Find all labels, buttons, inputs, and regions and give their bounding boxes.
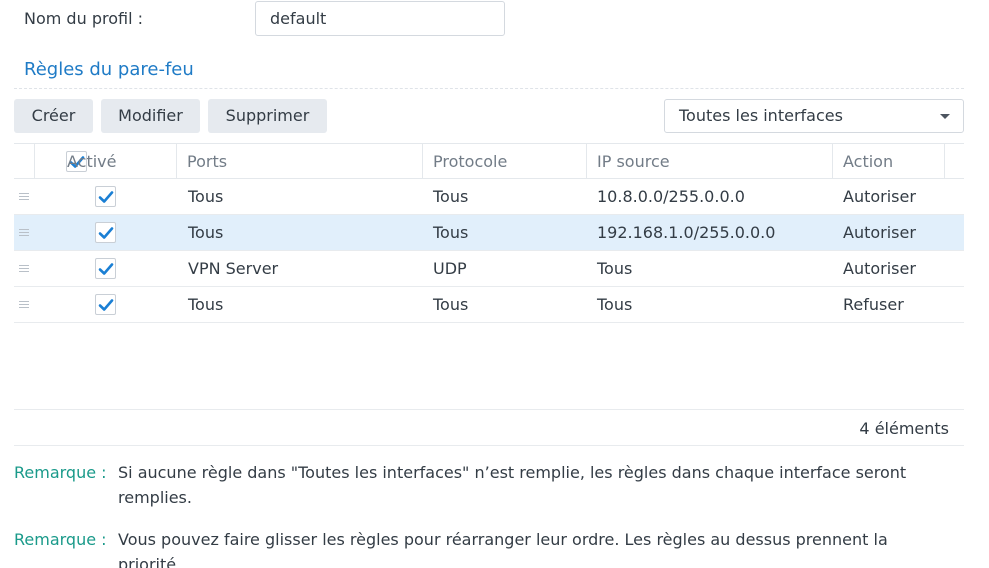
cell-action: Autoriser bbox=[843, 259, 916, 278]
create-button[interactable]: Créer bbox=[14, 99, 93, 133]
check-icon bbox=[98, 191, 114, 203]
cell-ip-source: 10.8.0.0/255.0.0.0 bbox=[597, 187, 745, 206]
cell-ip-source: 192.168.1.0/255.0.0.0 bbox=[597, 223, 776, 242]
table-row[interactable]: Tous Tous 192.168.1.0/255.0.0.0 Autorise… bbox=[14, 215, 964, 251]
column-header-action[interactable]: Action bbox=[832, 144, 944, 179]
check-icon bbox=[98, 299, 114, 311]
interface-select-value: Toutes les interfaces bbox=[679, 106, 843, 125]
grid-header: Activé Ports Protocole IP source Action bbox=[14, 143, 964, 179]
note-text: Vous pouvez faire glisser les règles pou… bbox=[118, 530, 888, 568]
cell-action: Autoriser bbox=[843, 223, 916, 242]
chevron-down-icon[interactable] bbox=[940, 114, 950, 119]
grid-footer-divider bbox=[14, 445, 964, 446]
rule-enabled-checkbox[interactable] bbox=[95, 222, 116, 243]
column-header-spacer bbox=[944, 144, 964, 179]
cell-ports: Tous bbox=[188, 295, 224, 314]
profile-name-label: Nom du profil : bbox=[24, 9, 143, 28]
cell-protocol: Tous bbox=[433, 223, 469, 242]
section-title: Règles du pare-feu bbox=[24, 59, 194, 80]
rules-grid: Activé Ports Protocole IP source Action … bbox=[14, 143, 964, 323]
grid-footer-divider bbox=[14, 409, 964, 410]
column-header-protocol[interactable]: Protocole bbox=[422, 144, 586, 179]
cell-action: Refuser bbox=[843, 295, 904, 314]
table-row[interactable]: Tous Tous Tous Refuser bbox=[14, 287, 964, 323]
note-label: Remarque : bbox=[14, 530, 107, 549]
cell-protocol: Tous bbox=[433, 295, 469, 314]
item-count: 4 éléments bbox=[859, 419, 949, 438]
check-icon bbox=[98, 263, 114, 275]
interface-select[interactable]: Toutes les interfaces bbox=[664, 99, 964, 133]
modify-button[interactable]: Modifier bbox=[101, 99, 200, 133]
table-row[interactable]: VPN Server UDP Tous Autoriser bbox=[14, 251, 964, 287]
cell-action: Autoriser bbox=[843, 187, 916, 206]
table-row[interactable]: Tous Tous 10.8.0.0/255.0.0.0 Autoriser bbox=[14, 179, 964, 215]
note-text: Si aucune règle dans "Toutes les interfa… bbox=[118, 463, 907, 507]
cell-ports: Tous bbox=[188, 223, 224, 242]
section-divider bbox=[14, 88, 964, 89]
cell-ports: Tous bbox=[188, 187, 224, 206]
cell-ports: VPN Server bbox=[188, 259, 279, 278]
drag-handle-icon[interactable] bbox=[19, 229, 29, 237]
drag-handle-icon[interactable] bbox=[19, 193, 29, 201]
drag-handle-icon[interactable] bbox=[19, 265, 29, 273]
column-header-active[interactable]: Activé bbox=[34, 144, 176, 179]
check-icon bbox=[98, 227, 114, 239]
note-label: Remarque : bbox=[14, 463, 107, 482]
rule-enabled-checkbox[interactable] bbox=[95, 294, 116, 315]
cell-protocol: Tous bbox=[433, 187, 469, 206]
drag-handle-icon[interactable] bbox=[19, 301, 29, 309]
delete-button[interactable]: Supprimer bbox=[208, 99, 327, 133]
column-header-ports[interactable]: Ports bbox=[176, 144, 422, 179]
cell-ip-source: Tous bbox=[597, 295, 633, 314]
rule-enabled-checkbox[interactable] bbox=[95, 258, 116, 279]
cell-ip-source: Tous bbox=[597, 259, 633, 278]
profile-name-field[interactable]: default bbox=[255, 1, 505, 36]
rule-enabled-checkbox[interactable] bbox=[95, 186, 116, 207]
cell-protocol: UDP bbox=[433, 259, 467, 278]
column-header-ip-source[interactable]: IP source bbox=[586, 144, 832, 179]
